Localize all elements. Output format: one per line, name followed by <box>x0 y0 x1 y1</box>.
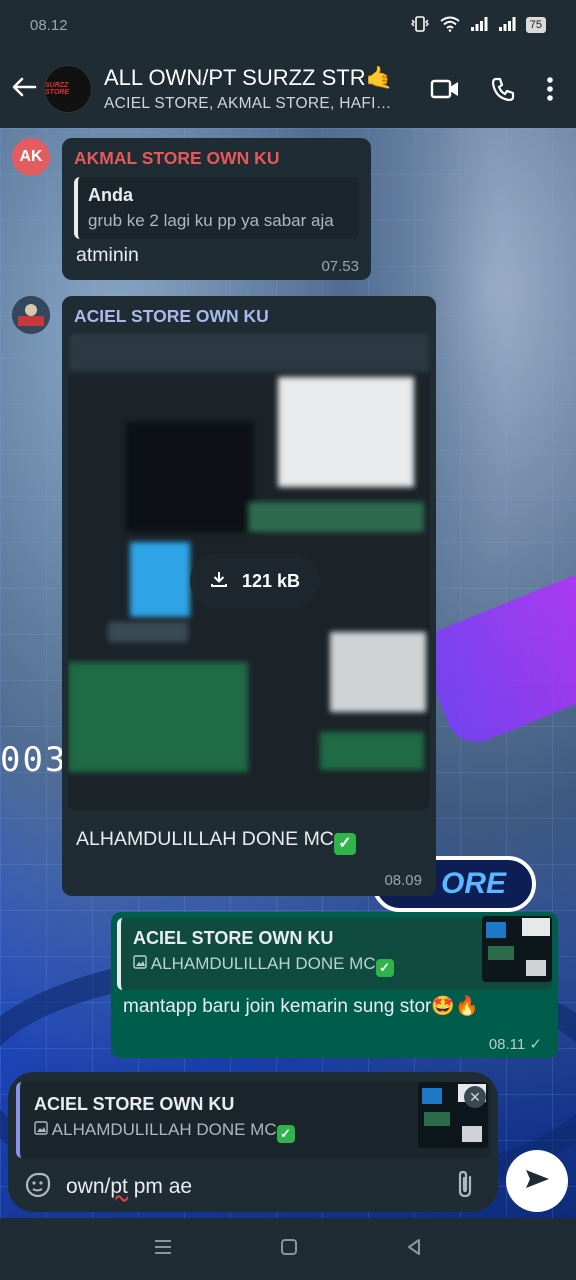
message-text: ALHAMDULILLAH DONE MC <box>76 828 334 850</box>
message-composer: ACIEL STORE OWN KU ALHAMDULILLAH DONE MC… <box>8 1072 498 1212</box>
attach-paperclip-icon[interactable] <box>454 1169 476 1206</box>
system-nav-bar <box>0 1218 576 1280</box>
message-bubble-outgoing[interactable]: ACIEL STORE OWN KU ALHAMDULILLAH DONE MC… <box>111 912 558 1058</box>
group-avatar[interactable]: SURZZ STORE <box>44 65 92 113</box>
message-time: 07.53 <box>321 258 359 275</box>
input-text-misspelled: pt <box>110 1175 128 1198</box>
quoted-sender: ACIEL STORE OWN KU <box>133 928 334 948</box>
status-time: 08.12 <box>30 16 68 34</box>
reply-text: ALHAMDULILLAH DONE MC <box>51 1120 277 1139</box>
image-icon <box>133 954 151 973</box>
quoted-sender: Anda <box>88 185 133 205</box>
cancel-reply-close-icon[interactable]: ✕ <box>464 1086 486 1108</box>
recent-apps-icon[interactable] <box>153 1236 173 1262</box>
message-sender: AKMAL STORE OWN KU <box>74 148 280 168</box>
reply-text-wrap: ALHAMDULILLAH DONE MC ✓ <box>34 1120 476 1143</box>
check-mark-emoji-icon: ✓ <box>333 833 356 855</box>
signal-icon-2 <box>498 16 516 35</box>
send-icon <box>523 1167 551 1196</box>
image-attachment[interactable]: 121 kB <box>68 332 430 810</box>
more-options-icon[interactable] <box>546 76 554 102</box>
reply-sender: ACIEL STORE OWN KU <box>34 1094 235 1114</box>
quoted-text: ALHAMDULILLAH DONE MC <box>150 954 376 973</box>
status-icons: 75 <box>410 15 546 36</box>
download-button[interactable]: 121 kB <box>190 554 320 608</box>
chat-header: SURZZ STORE ALL OWN/PT SURZZ STR🤙 ACIEL … <box>0 50 576 128</box>
sent-check-icon: ✓ <box>529 1036 542 1053</box>
quoted-image-thumbnail <box>482 916 552 982</box>
sticker-emoji-icon[interactable] <box>24 1171 52 1204</box>
chat-title-block[interactable]: ALL OWN/PT SURZZ STR🤙 ACIEL STORE, AKMAL… <box>104 65 416 113</box>
input-text-part: own/ <box>66 1175 111 1198</box>
message-time: 08.11 <box>488 1036 526 1053</box>
message-text: atminin <box>76 244 139 266</box>
message-input[interactable]: own/pt pm ae <box>66 1175 454 1199</box>
message-time-wrap: 08.11 ✓ <box>489 1035 542 1053</box>
send-button[interactable] <box>506 1150 568 1212</box>
check-mark-emoji-icon: ✓ <box>276 1125 295 1143</box>
message-text-wrap: ALHAMDULILLAH DONE MC ✓ <box>76 828 356 855</box>
battery-icon: 75 <box>525 17 546 33</box>
message-time: 08.09 <box>384 872 422 889</box>
video-call-icon[interactable] <box>430 78 460 100</box>
message-sender: ACIEL STORE OWN KU <box>74 306 269 326</box>
quoted-text-wrap: ALHAMDULILLAH DONE MC ✓ <box>133 954 540 977</box>
avatar[interactable] <box>12 296 50 334</box>
input-text-part: pm ae <box>127 1175 193 1198</box>
file-size: 121 kB <box>241 570 301 591</box>
group-logo-text: SURZZ STORE <box>45 82 69 96</box>
download-icon <box>210 570 228 593</box>
signal-icon <box>470 16 488 35</box>
message-bubble[interactable]: AKMAL STORE OWN KU Anda grub ke 2 lagi k… <box>62 138 371 280</box>
message-bubble[interactable]: ACIEL STORE OWN KU 121 kB ALHAMDULILLAH … <box>62 296 436 896</box>
message-text: mantapp baru join kemarin sung stor🤩🔥 <box>123 996 479 1017</box>
check-mark-emoji-icon: ✓ <box>375 959 394 977</box>
avatar[interactable]: AK <box>12 138 50 176</box>
chat-members: ACIEL STORE, AKMAL STORE, HAFI… <box>104 95 392 112</box>
quoted-message[interactable]: Anda grub ke 2 lagi ku pp ya sabar aja <box>74 177 359 239</box>
vibrate-icon <box>410 15 430 36</box>
chat-title: ALL OWN/PT SURZZ STR🤙 <box>104 65 393 90</box>
status-bar: 08.12 75 <box>0 0 576 50</box>
quoted-text: grub ke 2 lagi ku pp ya sabar aja <box>88 211 334 230</box>
wallpaper-purple-band <box>414 564 576 752</box>
back-nav-icon[interactable] <box>405 1236 423 1262</box>
voice-call-icon[interactable] <box>490 76 516 102</box>
wifi-icon <box>440 16 460 35</box>
image-icon <box>34 1120 52 1139</box>
back-arrow-icon[interactable] <box>4 73 44 105</box>
input-row: own/pt pm ae <box>8 1162 498 1212</box>
home-icon[interactable] <box>280 1236 298 1262</box>
